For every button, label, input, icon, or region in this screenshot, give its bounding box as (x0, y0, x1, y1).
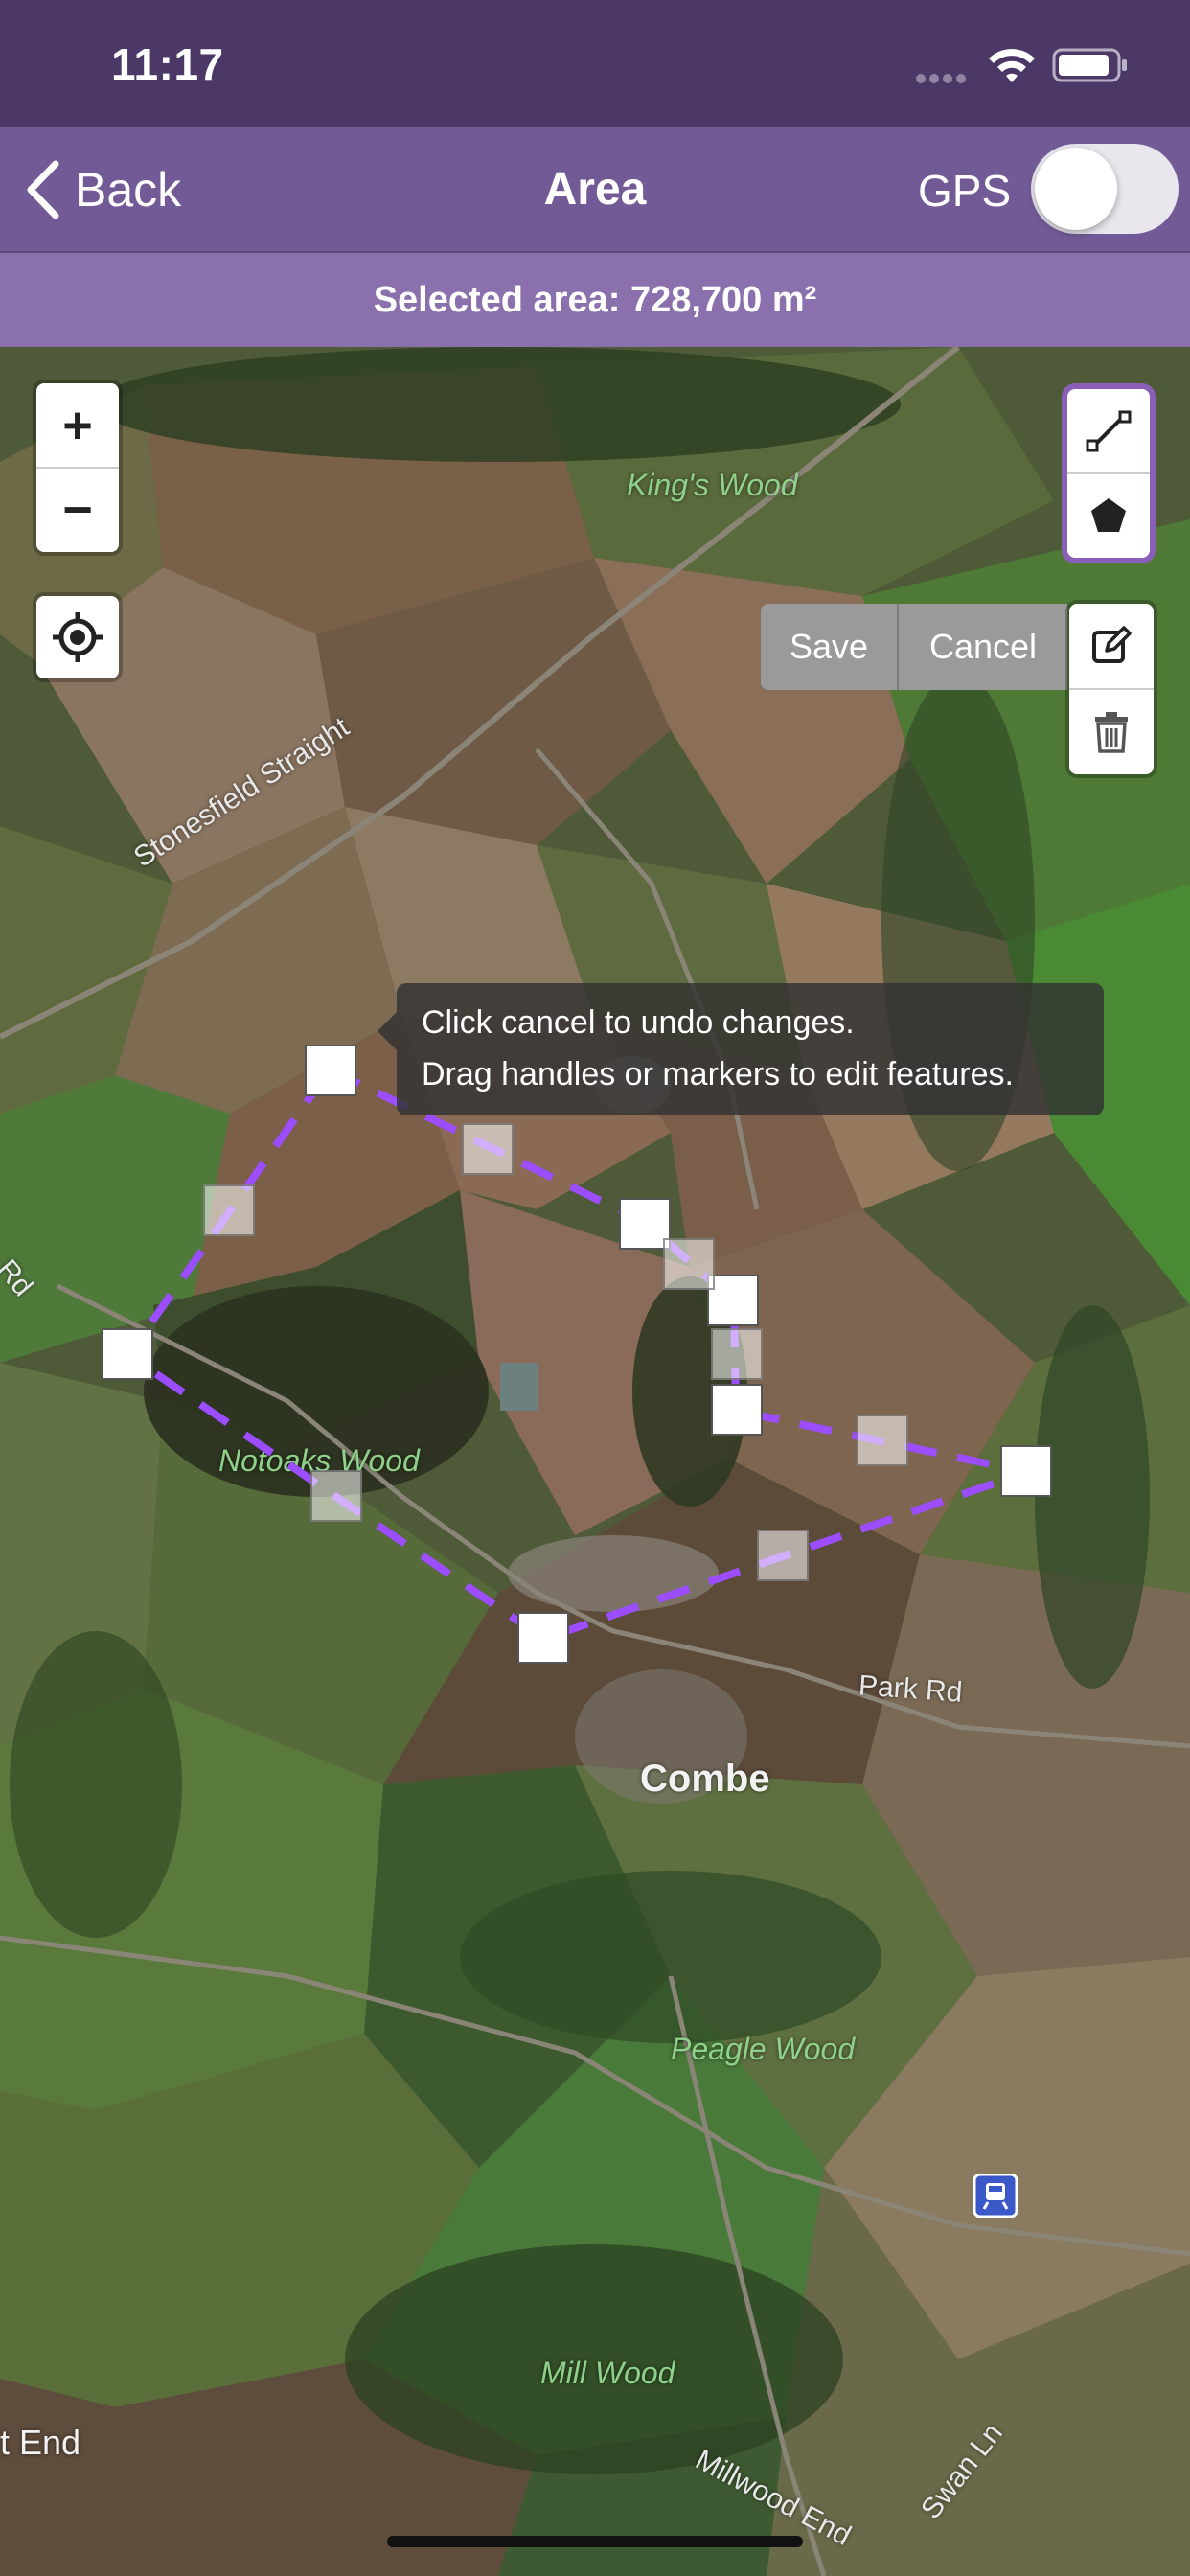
midpoint-handle[interactable] (663, 1238, 715, 1290)
locate-control[interactable] (36, 596, 119, 678)
status-time: 11:17 (111, 39, 224, 89)
status-bar: 11:17 (0, 0, 1190, 126)
edit-icon (1092, 626, 1132, 663)
vertex-handle[interactable] (517, 1612, 569, 1664)
nav-bar: Back Area GPS (0, 126, 1190, 253)
vertex-handle[interactable] (1000, 1445, 1052, 1497)
tooltip-line-2: Drag handles or markers to edit features… (422, 1056, 1014, 1092)
edit-tooltip: Click cancel to undo changes. Drag handl… (378, 983, 1104, 1116)
vertex-handle[interactable] (707, 1275, 759, 1326)
delete-icon (1095, 712, 1128, 753)
tooltip-line-1: Click cancel to undo changes. (422, 1004, 855, 1041)
draw-line-icon (1086, 410, 1132, 452)
battery-icon (1052, 48, 1127, 82)
vertex-handle[interactable] (305, 1045, 356, 1096)
zoom-control: + − (36, 383, 119, 552)
draw-polygon-icon (1091, 498, 1126, 532)
midpoint-handle[interactable] (462, 1123, 514, 1175)
locate-icon (53, 612, 103, 662)
zoom-out-button[interactable]: − (36, 468, 119, 552)
midpoint-handle[interactable] (757, 1530, 809, 1581)
midpoint-handle[interactable] (310, 1470, 362, 1522)
gps-toggle[interactable] (1031, 144, 1179, 234)
draw-toolbar (1067, 389, 1150, 558)
selected-area-banner: Selected area: 728,700 m² (0, 253, 1190, 347)
gps-label: GPS (918, 166, 1012, 216)
midpoint-handle[interactable] (711, 1328, 763, 1380)
draw-line-button[interactable] (1067, 389, 1150, 473)
signal-icon (916, 71, 972, 83)
back-label: Back (75, 163, 182, 217)
vertex-handle[interactable] (711, 1384, 763, 1436)
delete-layers-button[interactable] (1069, 690, 1154, 774)
edit-actions: Save Cancel (761, 604, 1067, 690)
zoom-in-button[interactable]: + (36, 383, 119, 468)
vertex-handle[interactable] (102, 1328, 153, 1380)
home-indicator[interactable] (387, 2536, 803, 2547)
wifi-icon (989, 49, 1035, 82)
map-view[interactable]: King's Wood Stonesfield Straight Rd Noto… (0, 347, 1190, 2576)
save-button[interactable]: Save (761, 604, 899, 690)
edit-toolbar (1069, 604, 1154, 774)
edit-layers-button[interactable] (1069, 604, 1154, 688)
tooltip-arrow (378, 1012, 397, 1050)
chevron-left-icon (27, 160, 59, 219)
gps-toggle-knob (1035, 148, 1117, 230)
draw-polygon-button[interactable] (1067, 473, 1150, 558)
midpoint-handle[interactable] (203, 1184, 255, 1236)
locate-button[interactable] (36, 596, 119, 678)
cancel-button[interactable]: Cancel (899, 604, 1067, 690)
midpoint-handle[interactable] (857, 1414, 908, 1466)
back-button[interactable]: Back (25, 153, 181, 226)
